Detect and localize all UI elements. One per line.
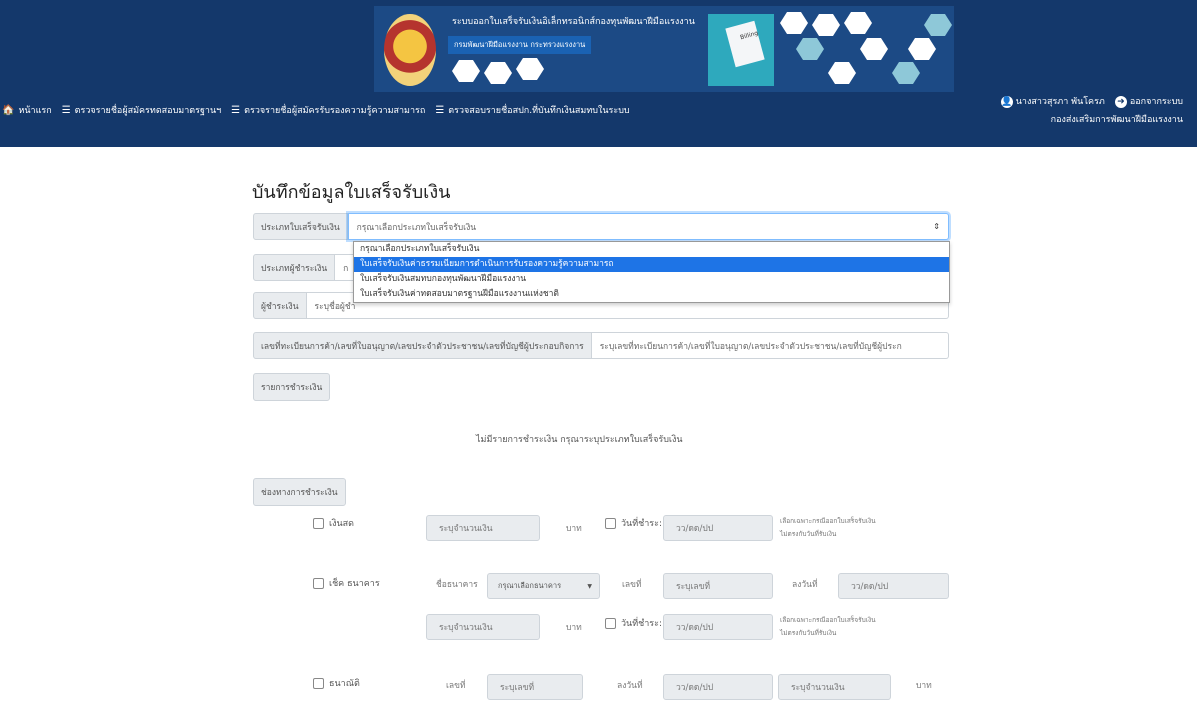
logout-button[interactable]: ➜ ออกจากระบบ [1114,94,1183,108]
money-order-dated-label: ลงวันที่ [617,681,643,691]
department-logo [384,14,436,86]
pay-date-label: วันที่ชำระ: [621,619,663,629]
nav-item-certification[interactable]: ☰ ตรวจรายชื่อผู้สมัครรับรองความรู้ความสาม… [231,103,425,117]
cheque-label: เช็ค ธนาคาร [329,579,380,589]
cheque-pay-date-input[interactable]: วว/ดด/ปป [663,614,773,640]
cheque-dated-label: ลงวันที่ [792,580,818,590]
logout-label: ออกจากระบบ [1129,97,1183,107]
main-nav: 🏠 หน้าแรก ☰ ตรวจรายชื่อผู้สมัครทดสอบมาตรฐา… [2,103,630,117]
receipt-type-dropdown: กรุณาเลือกประเภทใบเสร็จรับเงิน ใบเสร็จรั… [353,241,950,303]
cheque-checkbox[interactable]: เช็ค ธนาคาร [313,576,380,590]
money-order-number-label: เลขที่ [446,681,466,691]
logout-icon: ➜ [1114,96,1127,108]
home-icon: 🏠 [2,104,15,116]
cash-pay-date-input[interactable]: วว/ดด/ปป [663,515,773,541]
payer-type-label: ประเภทผู้ชำระเงิน [253,254,336,281]
bank-name-label: ชื่อธนาคาร [436,580,478,590]
checkbox-box [313,517,324,529]
money-order-date-input[interactable]: วว/ดด/ปป [663,674,773,700]
receipt-type-label: ประเภทใบเสร็จรับเงิน [253,213,348,240]
no-items-message: ไม่มีรายการชำระเงิน กรุณาระบุประเภทใบเสร… [476,435,683,445]
checkbox-box [313,677,324,689]
note-line1: เลือกเฉพาะกรณีออกใบเสร็จรับเงิน [780,517,876,525]
bank-select-value: กรุณาเลือกธนาคาร [498,581,562,590]
baht-label: บาท [916,681,932,691]
nav-home[interactable]: 🏠 หน้าแรก [2,103,52,117]
bank-select[interactable]: กรุณาเลือกธนาคาร ▼ [487,573,600,599]
receipt-type-select[interactable]: กรุณาเลือกประเภทใบเสร็จรับเงิน ⇕ [347,213,949,240]
payment-channel-button[interactable]: ช่องทางการชำระเงิน [253,478,346,506]
dropdown-option[interactable]: ใบเสร็จรับเงินสมทบกองทุนพัฒนาฝีมือแรงงาน [354,272,949,287]
list-icon: ☰ [435,104,445,116]
checkbox-box [313,577,324,589]
cash-label: เงินสด [329,519,354,529]
regno-label: เลขที่ทะเบียนการค้า/เลขที่ใบอนุญาต/เลขปร… [253,332,592,359]
nav-item-label: ตรวจรายชื่อผู้สมัครทดสอบมาตรฐานฯ [74,106,222,116]
nav-item-contribution[interactable]: ☰ ตรวจสอบรายชื่อสปก.ที่บันทึกเงินสมทบในระ… [435,103,629,117]
baht-label: บาท [566,524,582,534]
note-line2: ไม่ตรงกับวันที่รับเงิน [780,629,837,637]
cash-checkbox[interactable]: เงินสด [313,516,354,530]
checkbox-box [605,617,616,629]
pay-date-label: วันที่ชำระ: [621,519,663,529]
payment-items-button[interactable]: รายการชำระเงิน [253,373,331,401]
nav-item-label: ตรวจรายชื่อผู้สมัครรับรองความรู้ความสามา… [244,106,426,116]
user-menu[interactable]: 👤 นางสาวสุรภา พันโครภ [1000,94,1105,108]
user-name: นางสาวสุรภา พันโครภ [1015,97,1105,107]
regno-placeholder: ระบุเลขที่ทะเบียนการค้า/เลขที่ใบอนุญาต/เ… [599,341,902,352]
note-line2: ไม่ตรงกับวันที่รับเงิน [780,530,837,538]
nav-home-label: หน้าแรก [18,106,52,116]
list-icon: ☰ [231,104,241,116]
date-note: เลือกเฉพาะกรณีออกใบเสร็จรับเงินไม่ตรงกับ… [780,614,876,640]
money-order-amount-input[interactable]: ระบุจำนวนเงิน [778,674,891,700]
payer-placeholder: ระบุชื่อผู้ชำ [314,301,356,312]
user-panel: 👤 นางสาวสุรภา พันโครภ ➜ ออกจากระบบ กองส่งเ… [1000,94,1183,126]
dropdown-option[interactable]: กรุณาเลือกประเภทใบเสร็จรับเงิน [354,242,949,257]
money-order-number-input[interactable]: ระบุเลขที่ [487,674,583,700]
regno-group: เลขที่ทะเบียนการค้า/เลขที่ใบอนุญาต/เลขปร… [253,332,949,359]
date-note: เลือกเฉพาะกรณีออกใบเสร็จรับเงินไม่ตรงกับ… [780,515,876,541]
money-order-checkbox[interactable]: ธนาณัติ [313,676,360,690]
user-icon: 👤 [1000,96,1013,108]
cheque-date-input[interactable]: วว/ดด/ปป [838,573,949,599]
regno-input[interactable]: ระบุเลขที่ทะเบียนการค้า/เลขที่ใบอนุญาต/เ… [591,332,949,359]
cash-pay-date-checkbox[interactable]: วันที่ชำระ: [605,516,662,530]
payer-type-value: ก [343,263,349,274]
cheque-number-input[interactable]: ระบุเลขที่ [663,573,773,599]
user-department: กองส่งเสริมการพัฒนาฝีมือแรงงาน [1050,115,1183,125]
receipt-type-group: ประเภทใบเสร็จรับเงิน กรุณาเลือกประเภทใบเ… [253,213,949,240]
banner-title: ระบบออกใบเสร็จรับเงินอิเล็กทรอนิกส์กองทุ… [452,17,695,27]
cash-amount-input[interactable]: ระบุจำนวนเงิน [426,515,540,541]
cheque-number-label: เลขที่ [622,580,642,590]
dropdown-option[interactable]: ใบเสร็จรับเงินค่าทดสอบมาตรฐานฝีมือแรงงาน… [354,287,949,302]
checkbox-box [605,517,616,529]
nav-item-label: ตรวจสอบรายชื่อสปก.ที่บันทึกเงินสมทบในระบ… [448,106,630,116]
select-arrows-icon: ⇕ [933,222,940,231]
money-order-label: ธนาณัติ [329,679,360,689]
banner-subtitle: กรมพัฒนาฝีมือแรงงาน กระทรวงแรงงาน [448,36,592,54]
caret-down-icon: ▼ [587,582,592,590]
payer-label: ผู้ชำระเงิน [253,292,307,319]
cheque-pay-date-checkbox[interactable]: วันที่ชำระ: [605,616,662,630]
page-title: บันทึกข้อมูลใบเสร็จรับเงิน [252,182,451,203]
cheque-amount-input[interactable]: ระบุจำนวนเงิน [426,614,540,640]
dropdown-option-selected[interactable]: ใบเสร็จรับเงินค่าธรรมเนียมการดำเนินการรั… [354,257,949,272]
list-icon: ☰ [61,104,71,116]
note-line1: เลือกเฉพาะกรณีออกใบเสร็จรับเงิน [780,616,876,624]
baht-label: บาท [566,623,582,633]
receipt-type-value: กรุณาเลือกประเภทใบเสร็จรับเงิน [356,222,477,233]
nav-item-skill-test[interactable]: ☰ ตรวจรายชื่อผู้สมัครทดสอบมาตรฐานฯ [62,103,221,117]
